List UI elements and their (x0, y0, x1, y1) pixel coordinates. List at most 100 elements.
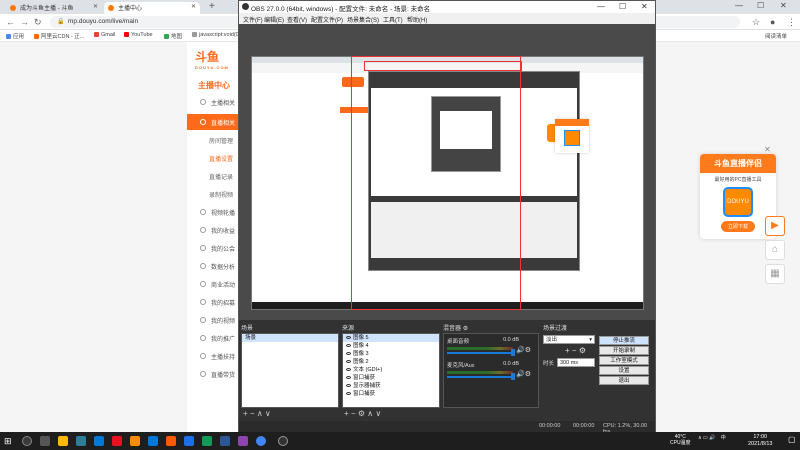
duration-input[interactable]: 300 ms (557, 358, 595, 367)
menu-edit[interactable]: 编辑(E) (264, 15, 284, 24)
fader-knob[interactable] (511, 373, 515, 380)
bookmark-js[interactable]: javascript:void(0) (192, 32, 241, 38)
app-icon[interactable] (166, 436, 176, 446)
tray-icons[interactable]: ∧ ▭ 🔊 (698, 435, 715, 441)
menu-dots-icon[interactable]: ⋮ (787, 17, 796, 28)
menu-profile[interactable]: 配置文件(P) (311, 15, 343, 24)
speaker-icon[interactable]: 🔊⚙ (516, 370, 531, 378)
transition-select[interactable]: 淡出 ▾ (543, 335, 595, 344)
app-icon[interactable] (148, 436, 158, 446)
remove-icon[interactable]: − (351, 409, 356, 418)
close-tab-icon[interactable]: ✕ (93, 3, 98, 10)
obs-maximize-icon[interactable]: ☐ (619, 2, 626, 11)
sources-list[interactable]: 图像 5 图像 4 图像 3 图像 2 文本 (GDI+) 窗口捕获 显示器捕获… (342, 333, 440, 408)
edge-icon[interactable] (202, 436, 212, 446)
fader-knob[interactable] (511, 349, 515, 356)
bookmark-aliyun[interactable]: 阿里云CDN - 正... (34, 32, 84, 40)
gear-icon[interactable]: ⚙ (463, 326, 468, 332)
ime-indicator[interactable]: 中 (721, 435, 726, 441)
gear-icon[interactable]: ⚙ (358, 409, 365, 418)
menu-help[interactable]: 帮助(H) (407, 15, 427, 24)
obs-close-icon[interactable]: ✕ (641, 2, 648, 11)
settings-button[interactable]: 设置 (599, 366, 649, 375)
source-item[interactable]: 图像 5 (343, 334, 439, 342)
gear-icon[interactable]: ⚙ (579, 346, 586, 355)
stop-streaming-button[interactable]: 停止推流 (599, 336, 649, 345)
menu-tools[interactable]: 工具(T) (383, 15, 403, 24)
bookmark-youtube[interactable]: YouTube (124, 32, 153, 38)
app-icon[interactable] (94, 436, 104, 446)
add-icon[interactable]: + (243, 409, 248, 418)
obs-minimize-icon[interactable]: — (597, 2, 605, 11)
obs-taskbar-icon[interactable] (278, 436, 288, 446)
scene-item[interactable]: 场景 (242, 334, 338, 342)
close-window-icon[interactable]: ✕ (780, 1, 787, 10)
sidebar-item-commerce[interactable]: 直播带货 (187, 366, 242, 382)
app-icon[interactable] (238, 436, 248, 446)
menu-scene-collection[interactable]: 场景集合(S) (347, 15, 379, 24)
windows-start-icon[interactable]: ⊞ (4, 436, 12, 447)
profile-icon[interactable]: ● (770, 17, 775, 27)
download-button[interactable]: 立即下载 (721, 221, 755, 232)
tab-streamer-center[interactable]: 主播中心 ✕ (104, 2, 200, 14)
app-icon[interactable] (76, 436, 86, 446)
eye-icon[interactable] (346, 344, 351, 347)
app-icon[interactable] (130, 436, 140, 446)
sidebar-item-recruit[interactable]: 我的招募 (187, 294, 242, 310)
eye-icon[interactable] (346, 336, 351, 339)
move-up-icon[interactable]: ∧ (257, 409, 263, 418)
move-down-icon[interactable]: ∨ (265, 409, 271, 418)
minimize-icon[interactable]: — (735, 1, 743, 10)
move-up-icon[interactable]: ∧ (367, 409, 373, 418)
scan-icon[interactable]: ▦ (765, 264, 785, 284)
exit-button[interactable]: 退出 (599, 376, 649, 385)
reading-list[interactable]: 阅读清单 (765, 32, 787, 40)
sidebar-item-recorded[interactable]: 录制视频 (187, 186, 242, 202)
sidebar-item-live-settings[interactable]: 直播设置 (187, 150, 242, 166)
search-icon[interactable] (22, 436, 32, 446)
file-explorer-icon[interactable] (58, 436, 68, 446)
add-icon[interactable]: + (565, 346, 570, 355)
volume-fader[interactable] (447, 352, 513, 354)
maximize-icon[interactable]: ☐ (757, 1, 764, 10)
move-down-icon[interactable]: ∨ (375, 409, 381, 418)
bookmark-maps[interactable]: 地图 (164, 32, 182, 40)
sidebar-item-live-record[interactable]: 直播记录 (187, 168, 242, 184)
sidebar-item-live[interactable]: 直播相关 (187, 114, 242, 130)
sidebar-item-video-loop[interactable]: 视频轮播 (187, 204, 242, 220)
sidebar-item-guild[interactable]: 我的公会 (187, 240, 242, 256)
close-tab-icon[interactable]: ✕ (191, 3, 196, 10)
eye-icon[interactable] (346, 368, 351, 371)
close-promo-icon[interactable]: ✕ (764, 145, 771, 154)
obs-preview[interactable] (239, 24, 655, 320)
source-item[interactable]: 图像 3 (343, 350, 439, 358)
app-icon[interactable] (112, 436, 122, 446)
add-icon[interactable]: + (344, 409, 349, 418)
forward-icon[interactable]: → (20, 17, 29, 27)
home-icon[interactable]: ⌂ (765, 240, 785, 260)
tab-become-streamer[interactable]: 成为斗鱼主播 - 斗鱼 ✕ (6, 2, 102, 14)
eye-icon[interactable] (346, 376, 351, 379)
sidebar-item-streamer[interactable]: 主播相关 (187, 94, 242, 110)
sidebar-item-my-videos[interactable]: 我的视频 (187, 312, 242, 328)
notifications-icon[interactable]: ▢ (788, 435, 796, 444)
sidebar-item-room[interactable]: 房间管理 (187, 132, 242, 148)
sidebar-item-business[interactable]: 商业活动 (187, 276, 242, 292)
speaker-icon[interactable]: 🔊⚙ (516, 346, 531, 354)
back-icon[interactable]: ← (6, 17, 15, 27)
eye-icon[interactable] (346, 384, 351, 387)
source-item[interactable]: 图像 4 (343, 342, 439, 350)
sidebar-item-support[interactable]: 主播扶持 (187, 348, 242, 364)
app-icon[interactable] (220, 436, 230, 446)
bookmark-star-icon[interactable]: ☆ (752, 17, 760, 28)
remove-icon[interactable]: − (250, 409, 255, 418)
source-item[interactable]: 窗口捕获 (343, 390, 439, 398)
sidebar-item-analytics[interactable]: 数据分析 (187, 258, 242, 274)
eye-icon[interactable] (346, 352, 351, 355)
source-bounding-box[interactable] (364, 61, 522, 71)
source-bounding-box[interactable] (351, 56, 521, 310)
chrome-icon[interactable] (256, 436, 266, 446)
app-icon[interactable] (184, 436, 194, 446)
eye-icon[interactable] (346, 392, 351, 395)
menu-view[interactable]: 查看(V) (287, 15, 307, 24)
